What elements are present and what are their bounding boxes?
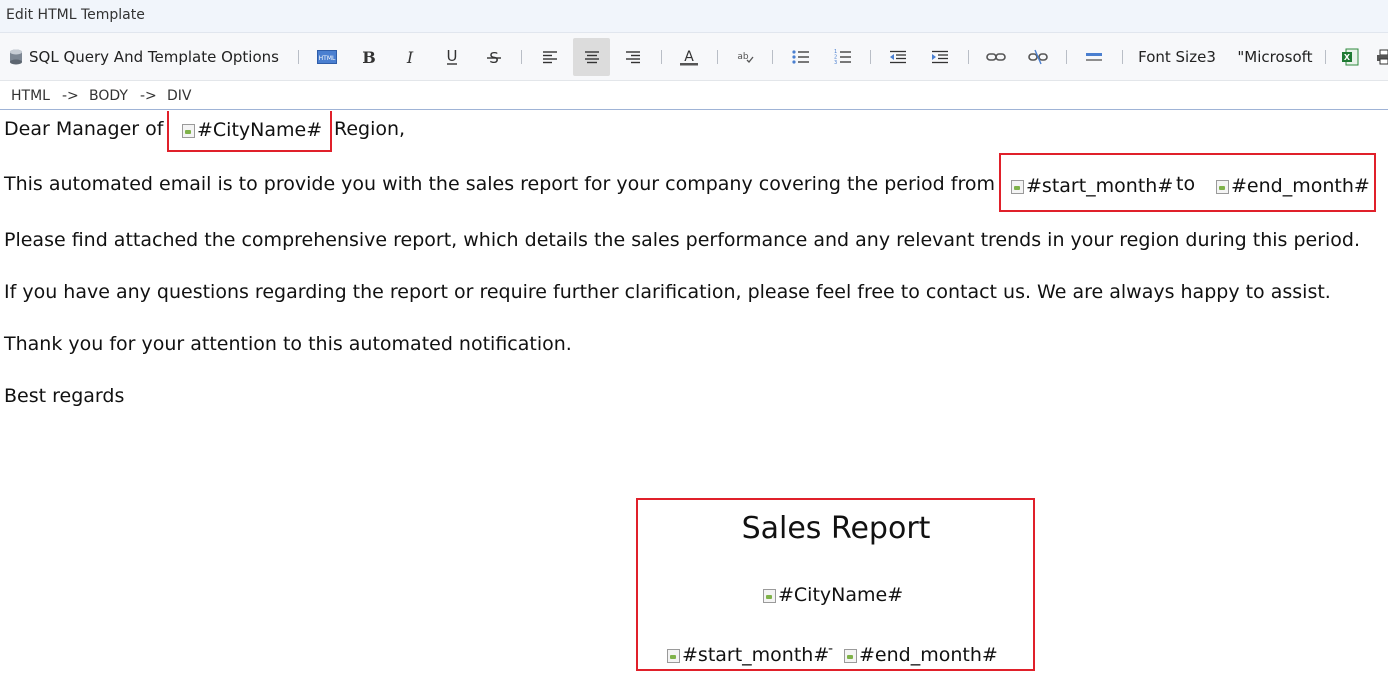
- sql-query-options-button[interactable]: SQL Query And Template Options: [8, 42, 288, 72]
- font-family-label: "Microsoft: [1237, 48, 1313, 66]
- element-path-breadcrumb: HTML -> BODY -> DIV: [0, 82, 1388, 110]
- align-center-icon: [584, 50, 600, 64]
- html-source-icon: HTML: [317, 50, 337, 64]
- attachment-paragraph: Please find attached the comprehensive r…: [4, 229, 1361, 251]
- svg-text:I: I: [406, 49, 414, 65]
- editor-toolbar: SQL Query And Template Options HTML B I …: [0, 33, 1388, 81]
- greeting-suffix: Region,: [334, 118, 406, 140]
- svg-text:A: A: [684, 49, 694, 65]
- strikethrough-button[interactable]: S: [479, 42, 509, 72]
- intro-paragraph: This automated email is to provide you w…: [4, 173, 995, 195]
- toolbar-separator: [870, 50, 871, 64]
- insert-link-button[interactable]: [980, 42, 1012, 72]
- closing-text: Best regards: [4, 385, 125, 407]
- outdent-button[interactable]: [882, 42, 914, 72]
- toolbar-separator: [717, 50, 718, 64]
- font-color-button[interactable]: A: [673, 42, 705, 72]
- svg-text:U: U: [447, 48, 458, 65]
- html-source-button[interactable]: HTML: [312, 42, 342, 72]
- indent-icon: [931, 50, 949, 64]
- horizontal-rule-icon: [1085, 51, 1103, 63]
- horizontal-rule-button[interactable]: [1078, 42, 1110, 72]
- toolbar-separator: [661, 50, 662, 64]
- align-left-icon: [542, 50, 558, 64]
- svg-text:3: 3: [834, 60, 837, 65]
- svg-text:HTML: HTML: [319, 55, 336, 62]
- breadcrumb-div[interactable]: DIV: [167, 88, 192, 104]
- font-family-dropdown[interactable]: "Microsoft: [1232, 42, 1318, 72]
- link-icon: [986, 51, 1006, 63]
- numbered-list-button[interactable]: 123: [827, 42, 859, 72]
- svg-text:X: X: [1344, 53, 1351, 62]
- unlink-icon: [1028, 48, 1048, 66]
- underline-icon: U: [445, 48, 459, 66]
- italic-button[interactable]: I: [395, 42, 425, 72]
- underline-button[interactable]: U: [437, 42, 467, 72]
- sql-query-options-label: SQL Query And Template Options: [29, 48, 279, 66]
- window-title: Edit HTML Template: [6, 7, 145, 23]
- font-color-icon: A: [679, 48, 699, 66]
- italic-icon: I: [403, 49, 417, 65]
- indent-button[interactable]: [924, 42, 956, 72]
- bold-button[interactable]: B: [354, 42, 384, 72]
- bulleted-list-icon: [792, 50, 810, 64]
- align-right-button[interactable]: [617, 42, 649, 72]
- breadcrumb-html[interactable]: HTML: [11, 88, 50, 104]
- toolbar-overflow-button[interactable]: [1376, 42, 1388, 72]
- toolbar-separator: [521, 50, 522, 64]
- svg-text:S: S: [489, 49, 499, 65]
- highlight-box-period: [999, 153, 1376, 212]
- font-size-dropdown[interactable]: Font Size3: [1134, 42, 1220, 72]
- align-right-icon: [625, 50, 641, 64]
- toolbar-separator: [1325, 50, 1326, 64]
- svg-text:B: B: [362, 49, 376, 65]
- export-excel-button[interactable]: X: [1336, 42, 1364, 72]
- database-icon: [8, 48, 24, 66]
- strikethrough-icon: S: [486, 49, 502, 65]
- spellcheck-button[interactable]: ab: [728, 42, 760, 72]
- toolbar-separator: [1066, 50, 1067, 64]
- bold-icon: B: [362, 49, 376, 65]
- html-editor-area[interactable]: Dear Manager of #CityName# Region, This …: [0, 111, 1388, 675]
- printer-icon: [1376, 49, 1388, 65]
- excel-icon: X: [1341, 48, 1359, 66]
- breadcrumb-arrow: ->: [140, 88, 157, 104]
- align-left-button[interactable]: [534, 42, 566, 72]
- toolbar-separator: [968, 50, 969, 64]
- breadcrumb-body[interactable]: BODY: [89, 88, 128, 104]
- bulleted-list-button[interactable]: [785, 42, 817, 72]
- numbered-list-icon: 123: [834, 49, 852, 65]
- thanks-paragraph: Thank you for your attention to this aut…: [4, 333, 572, 355]
- toolbar-separator: [772, 50, 773, 64]
- toolbar-separator: [1122, 50, 1123, 64]
- unlink-button[interactable]: [1022, 42, 1054, 72]
- toolbar-separator: [298, 50, 299, 64]
- align-center-button[interactable]: [573, 38, 610, 76]
- highlight-box-city: [167, 111, 332, 152]
- font-size-label: Font Size3: [1138, 48, 1216, 66]
- questions-paragraph: If you have any questions regarding the …: [4, 281, 1331, 303]
- outdent-icon: [889, 50, 907, 64]
- highlight-box-report: [636, 498, 1035, 671]
- window-titlebar: Edit HTML Template: [0, 0, 1388, 33]
- spellcheck-icon: ab: [734, 50, 754, 64]
- breadcrumb-arrow: ->: [62, 88, 79, 104]
- greeting-prefix: Dear Manager of: [4, 118, 164, 140]
